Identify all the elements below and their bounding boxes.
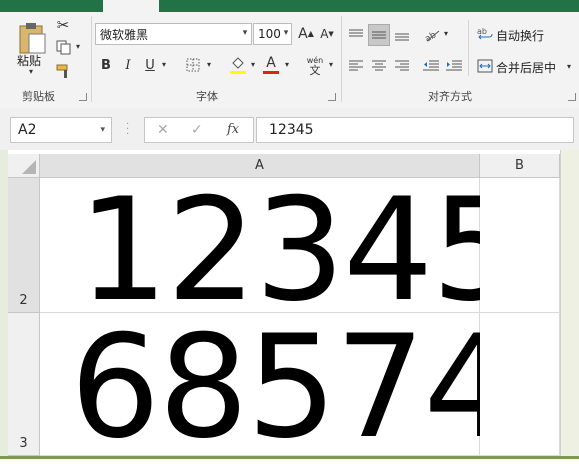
- font-name-dropdown-arrow[interactable]: ▾: [238, 22, 252, 44]
- top-align-icon[interactable]: [346, 24, 366, 46]
- alignment-launcher-icon[interactable]: [568, 93, 576, 101]
- merge-center-label[interactable]: 合并后居中: [496, 59, 556, 76]
- align-right-icon[interactable]: [392, 56, 412, 76]
- cell-b2[interactable]: [480, 178, 560, 313]
- wrap-text-icon[interactable]: ab: [476, 24, 494, 44]
- font-size-dropdown-arrow[interactable]: ▾: [279, 22, 293, 44]
- bottom-align-icon[interactable]: [392, 24, 412, 46]
- font-name-select[interactable]: 微软雅黑: [95, 23, 252, 45]
- align-left-icon[interactable]: [346, 56, 366, 76]
- svg-text:ab: ab: [423, 30, 438, 43]
- font-launcher-icon[interactable]: [328, 93, 336, 101]
- select-all-corner[interactable]: [8, 154, 40, 178]
- fill-color-dropdown-arrow[interactable]: ▾: [249, 59, 257, 71]
- alignment-inner-divider: [468, 20, 469, 76]
- fill-color-icon[interactable]: [229, 54, 247, 76]
- paste-dropdown-arrow[interactable]: ▾: [26, 67, 36, 77]
- title-bar: [0, 0, 579, 12]
- row-header-3[interactable]: 3: [8, 313, 40, 456]
- middle-align-icon[interactable]: [368, 24, 390, 46]
- name-box[interactable]: A2 ▾: [10, 117, 112, 143]
- font-group-label: 字体: [196, 90, 218, 103]
- decrease-indent-icon[interactable]: [421, 56, 441, 76]
- merge-center-dropdown-arrow[interactable]: ▾: [564, 61, 574, 73]
- group-divider: [91, 16, 92, 102]
- row-header-2[interactable]: 2: [8, 178, 40, 313]
- left-background-strip: [0, 150, 8, 459]
- borders-dropdown-arrow[interactable]: ▾: [205, 59, 213, 71]
- copy-dropdown-arrow[interactable]: ▾: [74, 42, 82, 52]
- format-painter-icon[interactable]: [54, 62, 72, 80]
- underline-button[interactable]: U: [142, 56, 158, 74]
- confirm-entry-icon[interactable]: ✓: [191, 122, 203, 138]
- paste-icon: [19, 23, 46, 54]
- orientation-icon[interactable]: ab: [421, 24, 443, 46]
- formula-bar-grip-icon: · · ·: [126, 119, 130, 140]
- shrink-font-icon[interactable]: A ▼: [318, 24, 336, 44]
- underline-dropdown-arrow[interactable]: ▾: [160, 59, 168, 71]
- wrap-text-label[interactable]: 自动换行: [496, 27, 544, 44]
- bold-button[interactable]: B: [98, 56, 114, 74]
- right-background-strip: [560, 150, 579, 459]
- group-divider: [341, 16, 342, 102]
- cell-a2-value: 12345: [78, 168, 522, 333]
- phonetic-guide-icon[interactable]: wén 文: [303, 52, 327, 80]
- cell-a2[interactable]: 12345: [40, 178, 522, 322]
- cancel-entry-icon[interactable]: ✕: [157, 122, 169, 138]
- svg-text:ab: ab: [477, 27, 487, 36]
- align-center-icon[interactable]: [369, 56, 389, 76]
- clipboard-group-label: 剪贴板: [22, 90, 55, 103]
- ribbon: 粘贴 ▾ ✂ ▾ 剪贴板 微软雅黑 ▾ 100 ▾ A ▲ A ▼ B I U ▾ …: [0, 12, 579, 109]
- formula-bar: A2 ▾ · · · ✕ ✓ fx 12345: [0, 108, 579, 150]
- cell-a3[interactable]: 68574: [40, 313, 514, 459]
- cut-icon[interactable]: ✂: [54, 16, 72, 34]
- insert-function-icon[interactable]: fx: [227, 122, 239, 137]
- clipboard-launcher-icon[interactable]: [79, 93, 87, 101]
- font-color-swatch: [263, 71, 279, 74]
- merge-center-icon[interactable]: [476, 56, 494, 76]
- font-color-icon[interactable]: A: [262, 54, 280, 76]
- font-color-dropdown-arrow[interactable]: ▾: [283, 59, 291, 71]
- borders-icon[interactable]: [184, 56, 202, 74]
- phonetic-dropdown-arrow[interactable]: ▾: [327, 59, 335, 71]
- orientation-dropdown-arrow[interactable]: ▾: [442, 28, 450, 40]
- cell-b3[interactable]: [480, 313, 560, 456]
- name-box-dropdown-arrow[interactable]: ▾: [100, 125, 105, 135]
- grow-font-icon[interactable]: A ▲: [297, 24, 315, 44]
- cell-a3-value: 68574: [70, 305, 514, 470]
- italic-button[interactable]: I: [120, 56, 136, 74]
- alignment-group-label: 对齐方式: [428, 90, 472, 103]
- active-ribbon-tab[interactable]: [103, 0, 159, 12]
- copy-icon[interactable]: [54, 38, 72, 56]
- formula-input[interactable]: 12345: [256, 117, 574, 143]
- formula-buttons: ✕ ✓ fx: [144, 117, 254, 143]
- paste-button[interactable]: [17, 20, 49, 56]
- increase-indent-icon[interactable]: [444, 56, 464, 76]
